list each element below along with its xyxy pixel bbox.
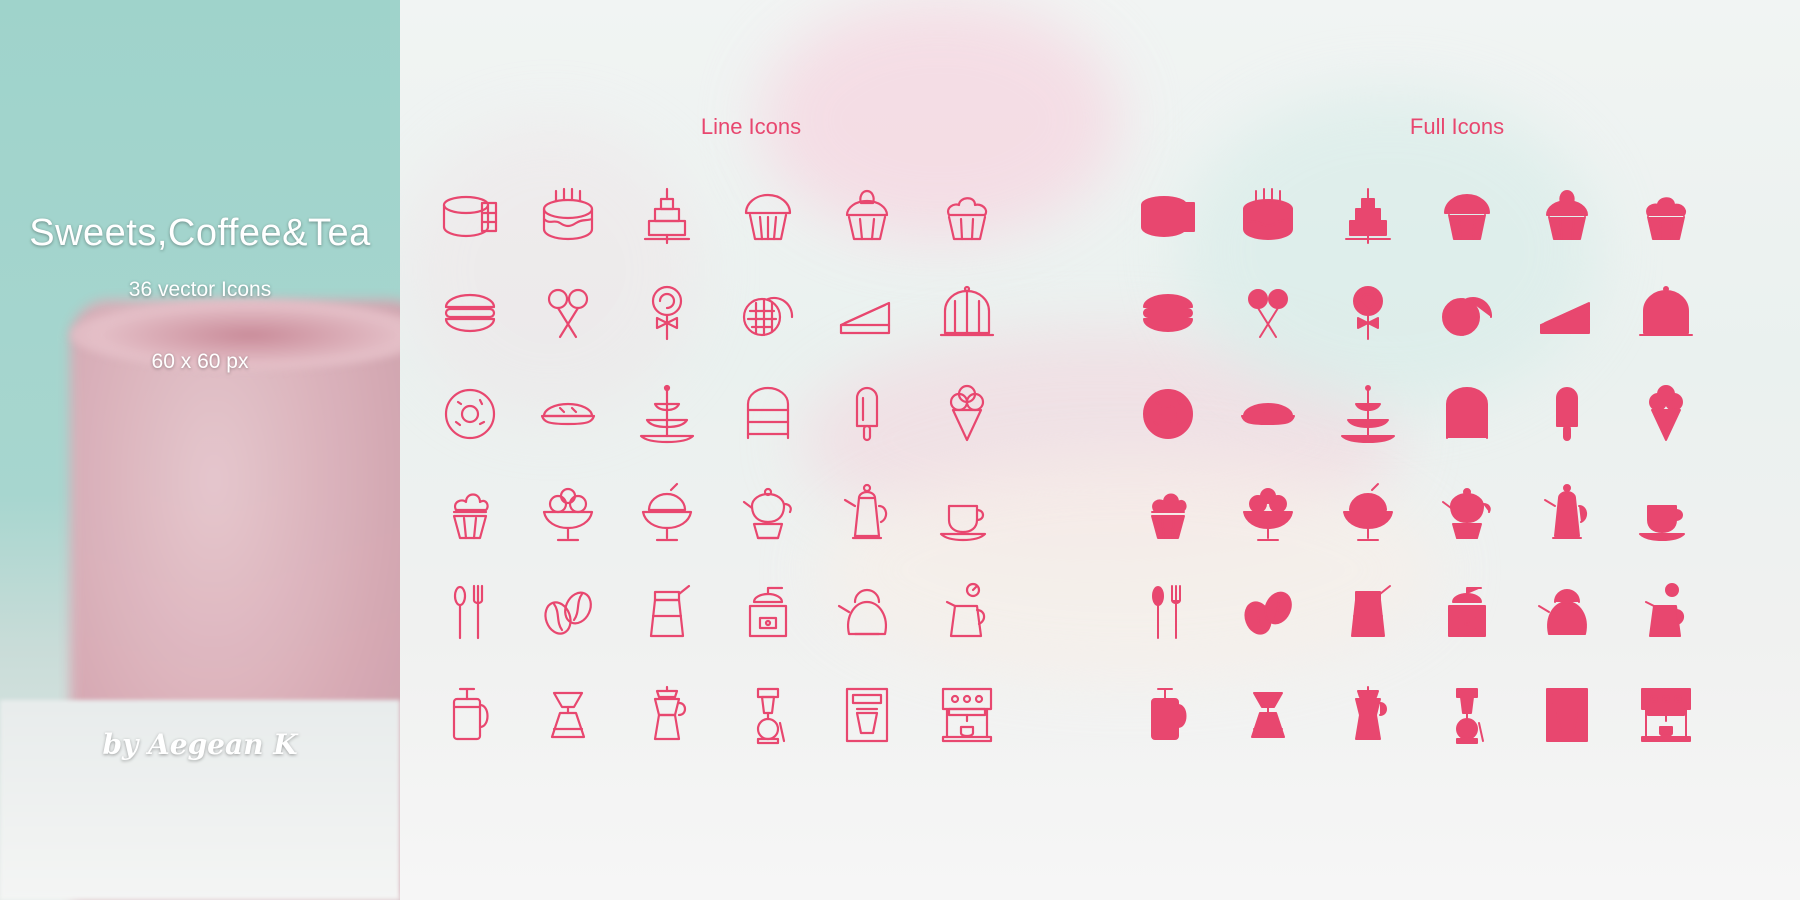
full-pie-icon <box>1236 382 1300 446</box>
full-birthday-cake-icon <box>1236 183 1300 247</box>
line-cupcake-cone-icon <box>438 482 502 546</box>
line-tiered-cake-icon <box>635 183 699 247</box>
line-tea-cup-icon <box>935 482 999 546</box>
full-jelly-mold-icon <box>1634 281 1698 345</box>
full-french-press-icon <box>1136 683 1200 747</box>
author-signature: by Aegean K <box>102 728 298 761</box>
full-moka-pot-icon <box>1336 683 1400 747</box>
line-donut-icon <box>438 382 502 446</box>
full-teapot-warmer-icon <box>1435 482 1499 546</box>
line-pour-over-icon <box>536 683 600 747</box>
full-cupcake-cone-icon <box>1136 482 1200 546</box>
full-waffle-icon <box>1435 281 1499 345</box>
bokeh-blur <box>400 120 700 420</box>
full-kettle-icon <box>1535 580 1599 644</box>
full-chemex-grinder-icon <box>1336 580 1400 644</box>
line-coffee-pot-icon <box>835 482 899 546</box>
line-waffle-icon <box>736 281 800 345</box>
full-spoon-fork-icon <box>1136 580 1200 644</box>
line-spoon-fork-icon <box>438 580 502 644</box>
line-chemex-grinder-icon <box>635 580 699 644</box>
full-cupcake-icon <box>1634 183 1698 247</box>
full-muffin-icon <box>1435 183 1499 247</box>
line-drip-coffee-maker-icon <box>835 683 899 747</box>
line-cupcake-icon <box>935 183 999 247</box>
line-teapot-warmer-icon <box>736 482 800 546</box>
full-coffee-grinder-icon <box>1435 580 1499 644</box>
line-cake-pops-icon <box>536 281 600 345</box>
full-milk-pitcher-icon <box>1634 580 1698 644</box>
icon-size: 60 x 60 px <box>151 350 249 373</box>
full-drip-coffee-maker-icon <box>1535 683 1599 747</box>
full-lollipop-icon <box>1336 281 1400 345</box>
full-strawberry-cupcake-icon <box>1535 183 1599 247</box>
full-layer-cake-slice-icon <box>1136 183 1200 247</box>
line-cake-stand-icon <box>635 382 699 446</box>
line-muffin-icon <box>736 183 800 247</box>
line-kettle-icon <box>835 580 899 644</box>
line-siphon-icon <box>736 683 800 747</box>
full-donut-icon <box>1136 382 1200 446</box>
full-macaron-icon <box>1136 281 1200 345</box>
line-pie-icon <box>536 382 600 446</box>
line-strawberry-cupcake-icon <box>835 183 899 247</box>
full-pour-over-icon <box>1236 683 1300 747</box>
line-jelly-mold-icon <box>935 281 999 345</box>
line-sundae-icon <box>536 482 600 546</box>
line-pie-slice-icon <box>835 281 899 345</box>
full-ice-cream-cone-icon <box>1634 382 1698 446</box>
line-layer-cake-slice-icon <box>438 183 502 247</box>
full-cake-pops-icon <box>1236 281 1300 345</box>
full-icons-title: Full Icons <box>1409 114 1505 139</box>
full-popsicle-icon <box>1535 382 1599 446</box>
line-moka-pot-icon <box>635 683 699 747</box>
line-french-press-icon <box>438 683 502 747</box>
line-popsicle-icon <box>835 382 899 446</box>
line-shaved-ice-icon <box>635 482 699 546</box>
line-milk-pitcher-icon <box>935 580 999 644</box>
line-icons-title: Line Icons <box>700 114 802 139</box>
line-lollipop-icon <box>635 281 699 345</box>
full-tiered-cake-icon <box>1336 183 1400 247</box>
full-tea-cup-icon <box>1634 482 1698 546</box>
full-sundae-icon <box>1236 482 1300 546</box>
full-pie-slice-icon <box>1535 281 1599 345</box>
line-birthday-cake-icon <box>536 183 600 247</box>
full-coffee-pot-icon <box>1535 482 1599 546</box>
full-coffee-beans-icon <box>1236 580 1300 644</box>
cover-panel: Sweets,Coffee&Tea 36 vector Icons 60 x 6… <box>0 0 400 900</box>
full-espresso-machine-icon <box>1634 683 1698 747</box>
pack-title: Sweets,Coffee&Tea <box>29 212 371 254</box>
line-espresso-machine-icon <box>935 683 999 747</box>
line-ice-cream-cone-icon <box>935 382 999 446</box>
full-cupcake-carrier-icon <box>1435 382 1499 446</box>
full-shaved-ice-icon <box>1336 482 1400 546</box>
line-cupcake-carrier-icon <box>736 382 800 446</box>
icon-count: 36 vector Icons <box>128 278 272 301</box>
line-macaron-icon <box>438 281 502 345</box>
line-coffee-beans-icon <box>536 580 600 644</box>
line-coffee-grinder-icon <box>736 580 800 644</box>
full-siphon-icon <box>1435 683 1499 747</box>
full-cake-stand-icon <box>1336 382 1400 446</box>
